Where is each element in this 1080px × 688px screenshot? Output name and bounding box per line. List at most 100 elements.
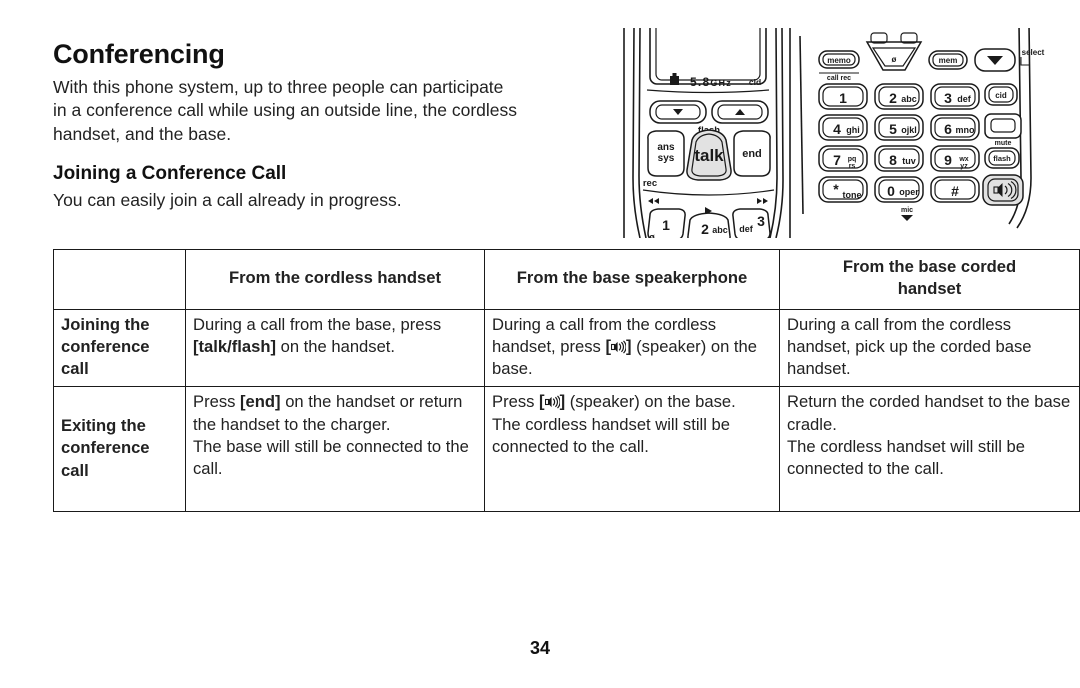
row-label-joining-line3: call [61,359,89,379]
handset-label-slash-o: ø [649,232,655,238]
base-key-7-letters-bot: rs [849,163,856,170]
base-key-star-letters: tone [843,190,862,200]
base-key-cid: cid [995,91,1007,100]
row-label-exiting-line1: Exiting the [61,416,146,436]
handset-key-2: 2 [701,221,709,237]
handset-key-3: 3 [757,213,765,229]
cell-joining-cordless-press: press [400,314,442,334]
base-key-2: 2 [889,90,897,106]
base-key-7: 7 [833,152,841,168]
header-corner-cell [53,249,186,310]
base-key-6: 6 [944,121,952,137]
page-title: Conferencing [53,39,225,69]
handset-display-labels: 5.8GHz cid [646,73,770,94]
handset-key-end: end [742,148,762,160]
page-number: 34 [529,638,551,658]
base-key-flash: flash [993,154,1011,163]
header-base-corded-handset: From the base corded handset [779,249,1080,310]
handset-key-ans: ans [657,142,675,153]
header-cordless-handset: From the cordless handset [185,249,485,310]
base-key-memo: memo [827,56,851,65]
speaker-icon [611,340,626,354]
cell-joining-speakerphone: During a call from the cordless handset,… [484,308,780,388]
mic-arrow-icon [901,215,913,221]
row-label-joining: Joining the conference call [53,308,186,388]
base-unit-graphic: memo call rec ø mem select 1 2 abc 3 def… [799,28,1045,229]
row-label-joining-line2: conference [61,336,150,356]
base-keypad: 1 2 abc 3 def 4 ghi 5 ojkl 6 mno 7 pq rs… [818,83,980,221]
table-row-exiting: Exiting the conference call Press [end] … [53,386,1080,513]
base-key-9-letters-top: wx [958,156,968,163]
row-label-joining-line1: Joining the [61,314,150,334]
section-body: You can easily join a call already in pr… [53,189,402,210]
base-key-4: 4 [833,121,841,137]
base-key-9: 9 [944,152,952,168]
bracket-close: ] [626,336,632,356]
base-key-star: * [833,181,839,197]
base-key-5-letters: ojkl [901,125,917,135]
handset-display-cid: cid [749,77,761,87]
row-label-exiting-line3: call [61,460,89,480]
base-label-mute: mute [995,140,1012,147]
cell-exiting-speakerphone-press: Press [492,392,540,412]
header-base-speakerphone: From the base speakerphone [484,249,780,310]
speaker-icon-group: [] [605,335,631,357]
conference-instructions-table: From the cordless handset From the base … [53,249,1080,513]
cell-exiting-speakerphone-second: The cordless handset will still be conne… [492,414,730,457]
base-key-8-letters: tuv [902,156,916,166]
cell-joining-cordless-before: During a call from the base, [193,314,396,334]
base-key-4-letters: ghi [846,125,860,135]
base-key-2-letters: abc [901,94,917,104]
section-title: Joining a Conference Call [53,163,287,185]
header-base-corded-handset-line2: handset [897,279,962,299]
base-key-9-letters-bot: yz [960,163,968,170]
cell-joining-corded: During a call from the cordless handset,… [779,308,1080,388]
base-key-hash: # [951,183,959,199]
cell-exiting-speakerphone-after: (speaker) on the base. [565,392,736,412]
handset-key-sys: sys [658,153,675,164]
handset-key-1: 1 [662,217,670,233]
cell-exiting-corded-second: The cordless handset will still be conne… [787,437,1025,479]
base-key-0: 0 [887,183,895,199]
cell-exiting-corded: Return the corded handset to the base cr… [779,386,1080,513]
base-label-call-rec: call rec [827,75,851,82]
cordless-handset-graphic: 5.8GHz cid flash ans sys talk end rec [623,28,791,238]
phone-illustration: .ln { fill:none; stroke:#1a1a1a; stroke-… [600,28,1050,238]
base-label-select: select [1022,48,1045,57]
base-key-8: 8 [889,152,897,168]
intro-line-2: in a conference call while using an outs… [53,100,518,121]
handset-display-frequency: 5.8GHz [690,75,732,89]
base-key-1: 1 [839,90,847,106]
key-talk-flash: [talk/flash] [193,336,276,356]
cell-exiting-cordless-press: Press [193,392,241,412]
cell-exiting-speakerphone: Press [] (speaker) on the base. The cordl… [484,386,780,513]
base-key-6-letters: mno [956,125,976,135]
base-key-0-letters: oper [899,187,919,197]
cell-exiting-cordless: Press [end] on the handset or return the… [185,386,485,513]
table-header-row: From the cordless handset From the base … [53,249,1080,310]
cell-joining-cordless: During a call from the base, press [talk… [185,308,485,388]
row-label-exiting: Exiting the conference call [53,386,186,513]
base-function-keys: cid mute flash [982,83,1024,206]
handset-label-rec: rec [643,178,657,189]
base-key-mem: mem [939,56,958,65]
base-key-7-letters-top: pq [848,156,857,163]
intro-line-1: With this phone system, up to three peop… [53,76,504,97]
handset-nav-keys [649,100,769,124]
key-end: [end] [240,392,281,412]
intro-line-3: handset, and the base. [53,123,232,144]
handset-key-talk: talk [694,146,724,165]
handset-main-keys: ans sys talk end [647,129,771,181]
article-text-column: Conferencing With this phone system, up … [53,39,598,212]
cell-exiting-corded-first: Return the corded handset to the base cr… [787,392,1071,434]
handset-number-keys: 1 2 abc def 3 [647,208,771,238]
row-label-exiting-line2: conference [61,438,150,458]
cell-joining-cordless-after: on the handset. [276,336,396,356]
base-key-5: 5 [889,121,897,137]
handset-key-3-letters: def [739,224,754,234]
cell-exiting-cordless-second: The base will still be connected to the … [193,437,469,479]
bracket-close-2: ] [559,391,566,411]
base-label-mic: mic [901,207,913,214]
speaker-icon [544,395,560,409]
base-top-row: memo call rec ø mem select [818,32,1045,82]
